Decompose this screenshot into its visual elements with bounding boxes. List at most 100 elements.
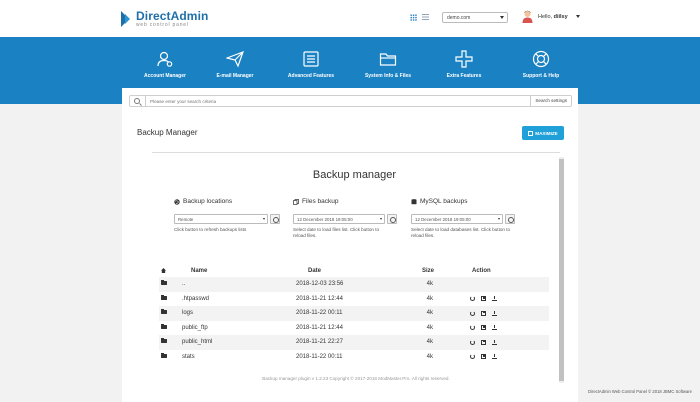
row-name[interactable]: .htpasswd — [179, 296, 264, 302]
mysql-backups-heading: MySQL backups — [411, 198, 521, 205]
download-icon[interactable] — [492, 310, 497, 316]
column-header-action: Action — [472, 268, 491, 274]
scrollbar-thumb[interactable] — [559, 159, 564, 381]
column-header-date[interactable]: Date — [264, 268, 372, 274]
reload-databases-button[interactable] — [505, 214, 515, 224]
row-actions — [442, 310, 549, 316]
home-icon[interactable] — [161, 267, 166, 273]
greeting-prefix: Hello, — [538, 13, 553, 20]
row-actions — [442, 296, 549, 302]
nav-label: Extra Features — [446, 73, 482, 79]
restore-icon[interactable] — [470, 339, 475, 345]
nav-item-email-manager[interactable]: E-mail Manager — [195, 50, 275, 79]
row-date: 2018-11-22 00:11 — [296, 310, 343, 317]
search-bar: Search settings — [129, 95, 572, 107]
files-icon — [293, 198, 299, 205]
view-toggle — [410, 14, 429, 21]
list-icon — [302, 50, 320, 68]
logo[interactable]: DirectAdmin web control panel — [121, 10, 208, 28]
files-backup-date-select[interactable]: 12 December 2018 19:05:00 — [293, 214, 385, 224]
nav-item-extra-features[interactable]: Extra Features — [424, 50, 504, 79]
mysql-backups-section: MySQL backups 12 December 2018 19:05:00 … — [411, 198, 521, 239]
folder-icon — [161, 280, 167, 286]
table-row[interactable]: public_ftp 2018-11-21 12:44 4k — [159, 321, 549, 336]
row-actions — [442, 325, 549, 331]
nav-item-system-info[interactable]: System Info & Files — [348, 50, 428, 79]
nav-item-account-manager[interactable]: Account Manager — [125, 50, 205, 79]
table-row[interactable]: .htpasswd 2018-11-21 12:44 4k — [159, 292, 549, 307]
domain-select-value: demo.com — [447, 15, 471, 21]
row-size: 4k — [426, 310, 433, 317]
row-name[interactable]: public_html — [179, 339, 264, 345]
nav-label: Account Manager — [144, 73, 186, 79]
nav-label: Support & Help — [522, 73, 560, 79]
grid-view-icon[interactable] — [410, 14, 417, 21]
search-settings-button[interactable]: Search settings — [530, 95, 571, 107]
nav-label: System Info & Files — [364, 73, 412, 79]
files-backup-section: Files backup 12 December 2018 19:05:00 S… — [293, 198, 403, 239]
row-size: 4k — [426, 281, 433, 288]
restore-icon[interactable] — [470, 310, 475, 316]
search-divider — [145, 96, 146, 106]
plus-icon — [455, 50, 473, 68]
column-header-size[interactable]: Size — [372, 268, 442, 274]
column-header-name[interactable]: Name — [179, 268, 264, 274]
row-size: 4k — [426, 324, 433, 331]
search-input[interactable] — [150, 97, 450, 105]
logo-subtitle: web control panel — [136, 22, 189, 28]
reload-files-button[interactable] — [387, 214, 397, 224]
select-value: 12 December 2018 19:05:00 — [415, 217, 471, 222]
logo-title: DirectAdmin — [136, 9, 209, 23]
backup-location-select[interactable]: Remote — [174, 214, 268, 224]
lifebuoy-icon — [532, 50, 550, 68]
maximize-label: MAXIMIZE — [535, 130, 558, 136]
domain-select[interactable]: demo.com — [442, 12, 508, 23]
nav-item-advanced-features[interactable]: Advanced Features — [271, 50, 351, 79]
refresh-locations-button[interactable] — [270, 214, 280, 224]
chevron-down-icon — [575, 15, 580, 18]
files-backup-heading: Files backup — [293, 198, 403, 205]
restore-icon[interactable] — [470, 354, 475, 360]
chevron-down-icon — [498, 218, 500, 220]
save-icon[interactable] — [481, 354, 486, 360]
mysql-backup-date-select[interactable]: 12 December 2018 19:05:00 — [411, 214, 503, 224]
row-name[interactable]: public_ftp — [179, 325, 264, 331]
backup-locations-section: Backup locations Remote Click button to … — [174, 198, 284, 233]
table-row[interactable]: public_html 2018-11-21 22:27 4k — [159, 335, 549, 350]
row-date: 2018-11-21 22:27 — [296, 339, 343, 346]
row-actions — [442, 339, 549, 345]
restore-icon[interactable] — [470, 325, 475, 331]
row-name[interactable]: .. — [179, 281, 264, 287]
scrollbar[interactable] — [559, 157, 564, 383]
save-icon[interactable] — [481, 310, 486, 316]
page-title: Backup Manager — [137, 128, 198, 137]
download-icon[interactable] — [492, 296, 497, 302]
nav-item-support-help[interactable]: Support & Help — [501, 50, 581, 79]
table-row[interactable]: .. 2018-12-03 23:56 4k — [159, 277, 549, 292]
row-date: 2018-11-22 00:11 — [296, 353, 343, 360]
folder-icon — [161, 309, 167, 315]
hint-text: Click button to refresh backups lists — [174, 227, 247, 232]
save-icon[interactable] — [481, 296, 486, 302]
user-menu[interactable]: Hello, diilsy — [522, 10, 580, 23]
paper-plane-icon — [224, 50, 244, 68]
table-row[interactable]: stats 2018-11-22 00:11 4k — [159, 350, 549, 365]
hint-text: Select date to load databases list. Clic… — [411, 227, 511, 238]
row-date: 2018-11-21 12:44 — [296, 295, 343, 302]
download-icon[interactable] — [492, 339, 497, 345]
row-actions — [442, 354, 549, 360]
save-icon[interactable] — [481, 325, 486, 331]
folder-icon — [161, 294, 167, 300]
row-date: 2018-12-03 23:56 — [296, 281, 344, 288]
list-view-icon[interactable] — [422, 14, 429, 21]
maximize-button[interactable]: MAXIMIZE — [522, 126, 564, 140]
row-name[interactable]: logs — [179, 310, 264, 316]
table-row[interactable]: logs 2018-11-22 00:11 4k — [159, 306, 549, 321]
main-panel: Search settings Backup Manager MAXIMIZE … — [122, 88, 578, 402]
save-icon[interactable] — [481, 339, 486, 345]
restore-icon[interactable] — [470, 296, 475, 302]
row-name[interactable]: stats — [179, 354, 264, 360]
username: diilsy — [553, 13, 568, 20]
download-icon[interactable] — [492, 325, 497, 331]
download-icon[interactable] — [492, 354, 497, 360]
